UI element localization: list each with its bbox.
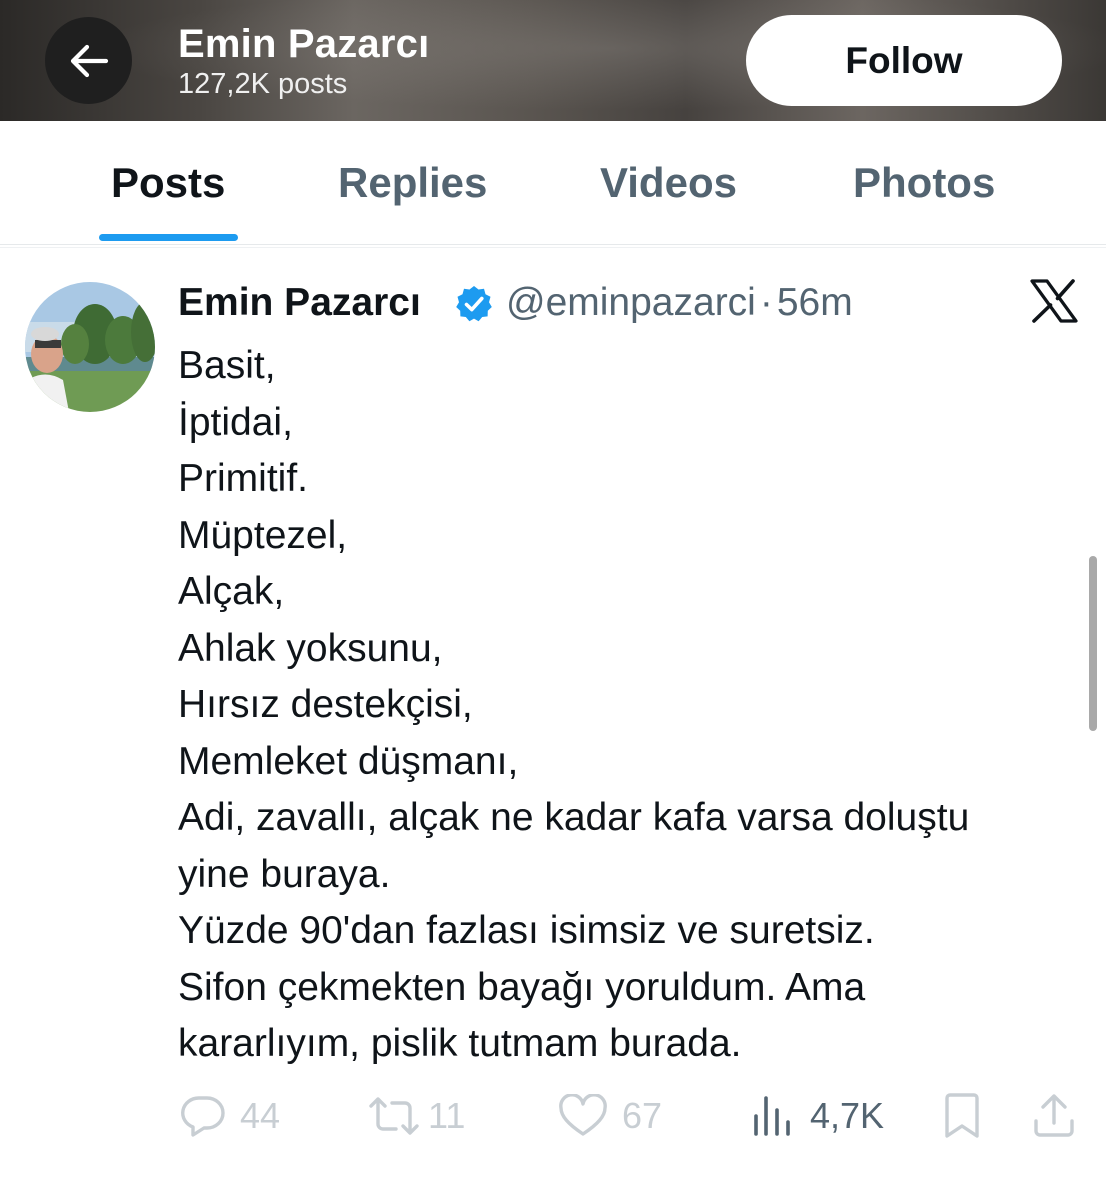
like-button[interactable]: 67 bbox=[558, 1092, 662, 1140]
post-line: Hırsız destekçisi, bbox=[178, 683, 473, 726]
tab-replies[interactable]: Replies bbox=[338, 159, 487, 207]
reply-count: 44 bbox=[240, 1095, 281, 1136]
tab-photos[interactable]: Photos bbox=[853, 159, 995, 207]
profile-header: Emin Pazarcı 127,2K posts Follow bbox=[0, 0, 1106, 121]
view-count: 4,7K bbox=[810, 1095, 885, 1136]
x-logo-icon bbox=[1030, 279, 1078, 323]
meta-separator: · bbox=[759, 281, 773, 324]
post-line: Yüzde 90'dan fazlası isimsiz ve suretsiz… bbox=[178, 909, 875, 952]
post-line: Adi, zavallı, alçak ne kadar kafa varsa … bbox=[178, 796, 970, 839]
bookmark-icon bbox=[945, 1093, 979, 1138]
heart-icon bbox=[559, 1094, 607, 1136]
post-line: kararlıyım, pislik tutmam burada. bbox=[178, 1022, 742, 1065]
post-line: Müptezel, bbox=[178, 513, 348, 557]
profile-tabs: Posts Replies Videos Photos bbox=[0, 121, 1106, 248]
verified-badge-icon bbox=[456, 286, 492, 322]
author-handle[interactable]: @eminpazarci bbox=[506, 281, 756, 324]
post-text: Basit, İptidai, Primitif. Müptezel, Alça… bbox=[178, 338, 1078, 1073]
share-button[interactable] bbox=[1032, 1092, 1076, 1140]
post-meta: @eminpazarci · 56m bbox=[506, 281, 853, 325]
follow-button[interactable]: Follow bbox=[746, 15, 1062, 106]
views-button[interactable]: 4,7K bbox=[752, 1092, 884, 1140]
repost-count: 11 bbox=[428, 1095, 466, 1136]
avatar[interactable] bbox=[25, 282, 155, 412]
bookmark-button[interactable] bbox=[942, 1092, 982, 1140]
post-line: Primitif. bbox=[178, 457, 308, 500]
back-button[interactable] bbox=[45, 17, 132, 104]
repost-button[interactable]: 11 bbox=[368, 1092, 465, 1140]
profile-name: Emin Pazarcı bbox=[178, 22, 430, 66]
post-count: 127,2K posts bbox=[178, 68, 348, 100]
post-line: yine buraya. bbox=[178, 852, 391, 896]
post-line: İptidai, bbox=[178, 400, 293, 444]
author-name[interactable]: Emin Pazarcı bbox=[178, 281, 421, 325]
like-count: 67 bbox=[622, 1095, 663, 1136]
post-line: Alçak, bbox=[178, 570, 285, 613]
share-icon bbox=[1034, 1094, 1074, 1137]
post-line: Basit, bbox=[178, 344, 276, 387]
post-line: Ahlak yoksunu, bbox=[178, 626, 443, 670]
tab-posts[interactable]: Posts bbox=[111, 159, 225, 207]
tab-videos[interactable]: Videos bbox=[600, 159, 737, 207]
post-line: Memleket düşmanı, bbox=[178, 739, 519, 783]
repost-icon bbox=[369, 1097, 419, 1135]
scrollbar[interactable] bbox=[1089, 556, 1097, 731]
views-chart-icon bbox=[754, 1096, 790, 1136]
comment-icon bbox=[181, 1096, 225, 1137]
active-tab-indicator bbox=[99, 234, 238, 241]
post-line: Sifon çekmekten bayağı yoruldum. Ama bbox=[178, 965, 866, 1009]
reply-button[interactable]: 44 bbox=[180, 1092, 280, 1140]
arrow-left-icon bbox=[70, 44, 108, 77]
post-time[interactable]: 56m bbox=[777, 281, 853, 324]
